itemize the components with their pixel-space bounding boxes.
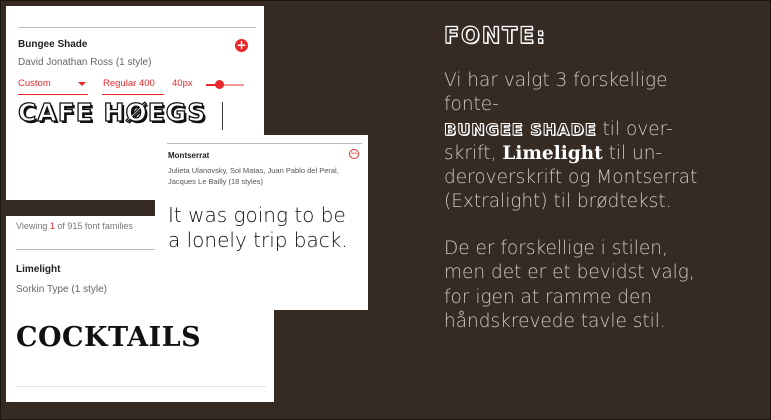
- sample-text-montserrat[interactable]: It was going to be a lonely trip back.: [168, 203, 363, 253]
- text-fragment: til un-: [602, 142, 663, 164]
- chevron-down-icon[interactable]: [78, 82, 86, 86]
- text-line: for igen at ramme den: [444, 286, 653, 308]
- text-line: (Extralight) til brødtekst.: [444, 191, 672, 213]
- text-line: fonte-: [444, 94, 499, 116]
- text-line: håndskrevede tavle stil.: [444, 310, 666, 332]
- text-line: BUNGEE SHADE til over-: [444, 118, 764, 142]
- font-name: Montserrat: [168, 151, 210, 160]
- weight-underline: [102, 94, 164, 95]
- sample-text-bungee[interactable]: CAFE HØEGS: [17, 97, 206, 127]
- divider: [16, 386, 266, 387]
- text-line: deroverskrift og Montserrat: [444, 167, 698, 189]
- inline-font-limelight: Limelight: [502, 142, 603, 164]
- paragraph-fonts: Vi har valgt 3 forskellige fonte- BUNGEE…: [444, 69, 764, 215]
- weight-select[interactable]: Regular 400: [103, 78, 155, 89]
- text-line: men det er et bevidst valg,: [444, 262, 695, 284]
- viewing-count: Viewing 1 of 915 font families: [16, 221, 133, 231]
- remove-font-button[interactable]: −: [349, 149, 359, 159]
- text-fragment: til over-: [596, 118, 673, 140]
- font-card-montserrat: Montserrat − Julieta Ulanovsky, Sol Mata…: [155, 135, 368, 310]
- inline-font-bungee: BUNGEE SHADE: [444, 119, 597, 139]
- text-line: De er forskellige i stilen,: [444, 238, 668, 259]
- text-fragment: skrift,: [444, 142, 503, 164]
- preset-underline: [18, 94, 88, 95]
- divider: [18, 27, 256, 28]
- font-name: Limelight: [16, 264, 61, 275]
- font-designer: David Jonathan Ross (1 style): [18, 57, 152, 68]
- font-designers: Julieta Ulanovsky, Sol Matas, Juan Pablo…: [168, 166, 339, 186]
- text-line: skrift, Limelight til un-: [444, 142, 764, 166]
- size-slider-thumb[interactable]: [215, 80, 224, 89]
- divider: [167, 143, 362, 144]
- viewing-suffix: of 915 font families: [54, 221, 133, 231]
- text-line: Vi har valgt 3 forskellige: [444, 70, 668, 91]
- sample-text-limelight[interactable]: COCKTAILS: [16, 322, 201, 353]
- font-designer: Sorkin Type (1 style): [16, 284, 107, 295]
- font-name: Bungee Shade: [18, 39, 88, 50]
- section-heading: FONTE:: [443, 23, 547, 49]
- add-font-button[interactable]: +: [235, 39, 248, 52]
- paragraph-style: De er forskellige i stilen, men det er e…: [444, 237, 764, 334]
- text-cursor: [222, 102, 223, 130]
- size-value: 40px: [172, 78, 193, 89]
- preset-select[interactable]: Custom: [18, 78, 51, 89]
- viewing-prefix: Viewing: [16, 221, 50, 231]
